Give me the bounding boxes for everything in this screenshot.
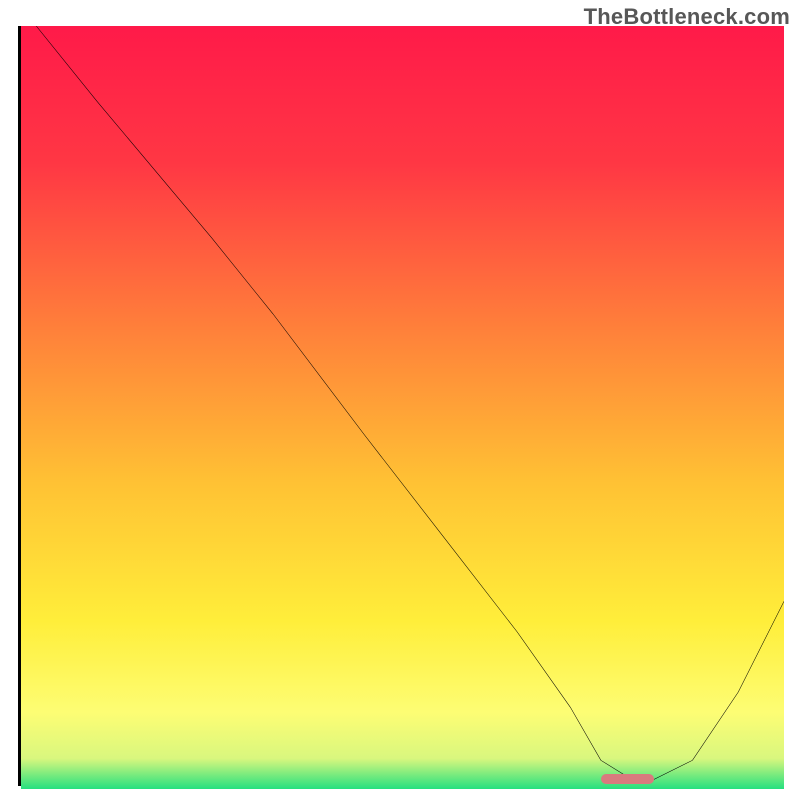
bottleneck-curve: [21, 26, 784, 783]
plot-area: [18, 26, 784, 786]
chart-frame: TheBottleneck.com: [0, 0, 800, 800]
optimal-range-marker: [601, 774, 654, 784]
